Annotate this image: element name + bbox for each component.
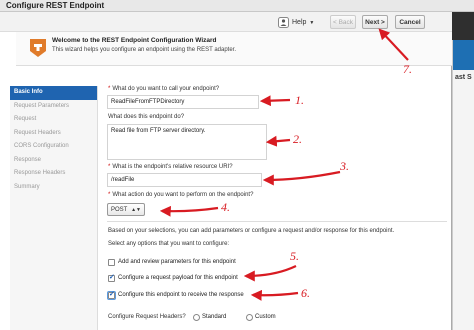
annotation-6: 6. xyxy=(301,286,310,300)
add-parameters-checkbox[interactable] xyxy=(108,259,115,266)
window-title: Configure REST Endpoint xyxy=(6,1,105,10)
window-titlebar: Configure REST Endpoint xyxy=(0,0,474,12)
nav-item-response[interactable]: Response xyxy=(10,154,97,168)
configure-request-checkbox[interactable] xyxy=(108,273,115,282)
wizard-nav: Basic Info Request Parameters Request Re… xyxy=(10,86,98,330)
nav-item-request[interactable]: Request xyxy=(10,113,97,127)
wizard-description: This wizard helps you configure an endpo… xyxy=(52,47,237,53)
endpoint-description-textarea[interactable]: Read file from FTP server directory. xyxy=(107,124,267,160)
help-label: Help xyxy=(292,19,307,26)
nav-item-basic-info[interactable]: Basic Info xyxy=(10,86,97,100)
background-banner-right xyxy=(453,40,474,70)
endpoint-name-input[interactable]: ReadFileFromFTPDirectory xyxy=(107,95,259,109)
annotation-3: 3. xyxy=(340,159,349,173)
annotation-7: 7. xyxy=(403,62,412,76)
configure-response-checkbox[interactable] xyxy=(107,290,116,300)
help-icon xyxy=(278,17,289,28)
chevron-up-down-icon: ▲▼ xyxy=(131,206,141,213)
standard-header-checkbox[interactable] xyxy=(193,314,200,321)
chevron-down-icon: ▼ xyxy=(309,19,315,26)
next-button[interactable]: Next > xyxy=(362,15,388,29)
required-marker: * xyxy=(108,86,111,92)
divider xyxy=(107,221,447,222)
custom-header-checkbox[interactable] xyxy=(246,314,253,321)
nav-item-request-headers[interactable]: Request Headers xyxy=(10,127,97,141)
request-headers-label: Configure Request Headers? xyxy=(108,314,186,320)
options-info-text: Based on your selections, you can add pa… xyxy=(108,228,395,234)
add-parameters-label: Add and review parameters for this endpo… xyxy=(118,259,236,265)
cancel-button[interactable]: Cancel xyxy=(395,15,425,29)
resource-uri-input[interactable]: /readFile xyxy=(107,173,262,187)
nav-item-response-headers[interactable]: Response Headers xyxy=(10,167,97,181)
resource-uri-label: * What is the endpoint's relative resourc… xyxy=(108,164,233,170)
configure-response-label: Configure this endpoint to receive the r… xyxy=(118,292,244,298)
required-marker: * xyxy=(108,192,111,198)
basic-info-form: * What do you want to call your endpoint?… xyxy=(100,76,452,330)
standard-header-label: Standard xyxy=(202,314,227,320)
nav-item-summary[interactable]: Summary xyxy=(10,181,97,195)
endpoint-description-label: What does this endpoint do? xyxy=(108,114,185,120)
back-button[interactable]: < Back xyxy=(330,15,356,29)
annotation-5: 5. xyxy=(290,249,299,263)
wizard-toolbar: Help ▼ < Back Next > Cancel xyxy=(0,12,452,32)
annotation-1: 1. xyxy=(295,93,304,107)
configure-request-label: Configure a request payload for this end… xyxy=(118,275,238,281)
background-text: ast S xyxy=(455,74,472,81)
help-menu[interactable]: Help ▼ xyxy=(278,16,314,29)
background-right-panel: ast S xyxy=(452,40,474,330)
wizard-header: Welcome to the REST Endpoint Configurati… xyxy=(16,32,452,66)
wizard-title: Welcome to the REST Endpoint Configurati… xyxy=(52,37,217,44)
custom-header-label: Custom xyxy=(255,314,276,320)
wizard-dialog: Help ▼ < Back Next > Cancel Welcome to t… xyxy=(0,0,452,330)
options-label: Select any options that you want to conf… xyxy=(108,241,230,247)
http-method-value: POST xyxy=(111,206,128,213)
nav-item-request-parameters[interactable]: Request Parameters xyxy=(10,100,97,114)
adapter-logo-icon xyxy=(30,39,46,57)
annotation-2: 2. xyxy=(293,132,302,146)
endpoint-name-label: * What do you want to call your endpoint? xyxy=(108,86,220,92)
required-marker: * xyxy=(108,164,111,170)
action-label: * What action do you want to perform on t… xyxy=(108,192,254,198)
http-method-select[interactable]: POST ▲▼ xyxy=(107,203,145,216)
nav-item-cors-configuration[interactable]: CORS Configuration xyxy=(10,140,97,154)
annotation-4: 4. xyxy=(221,200,230,214)
